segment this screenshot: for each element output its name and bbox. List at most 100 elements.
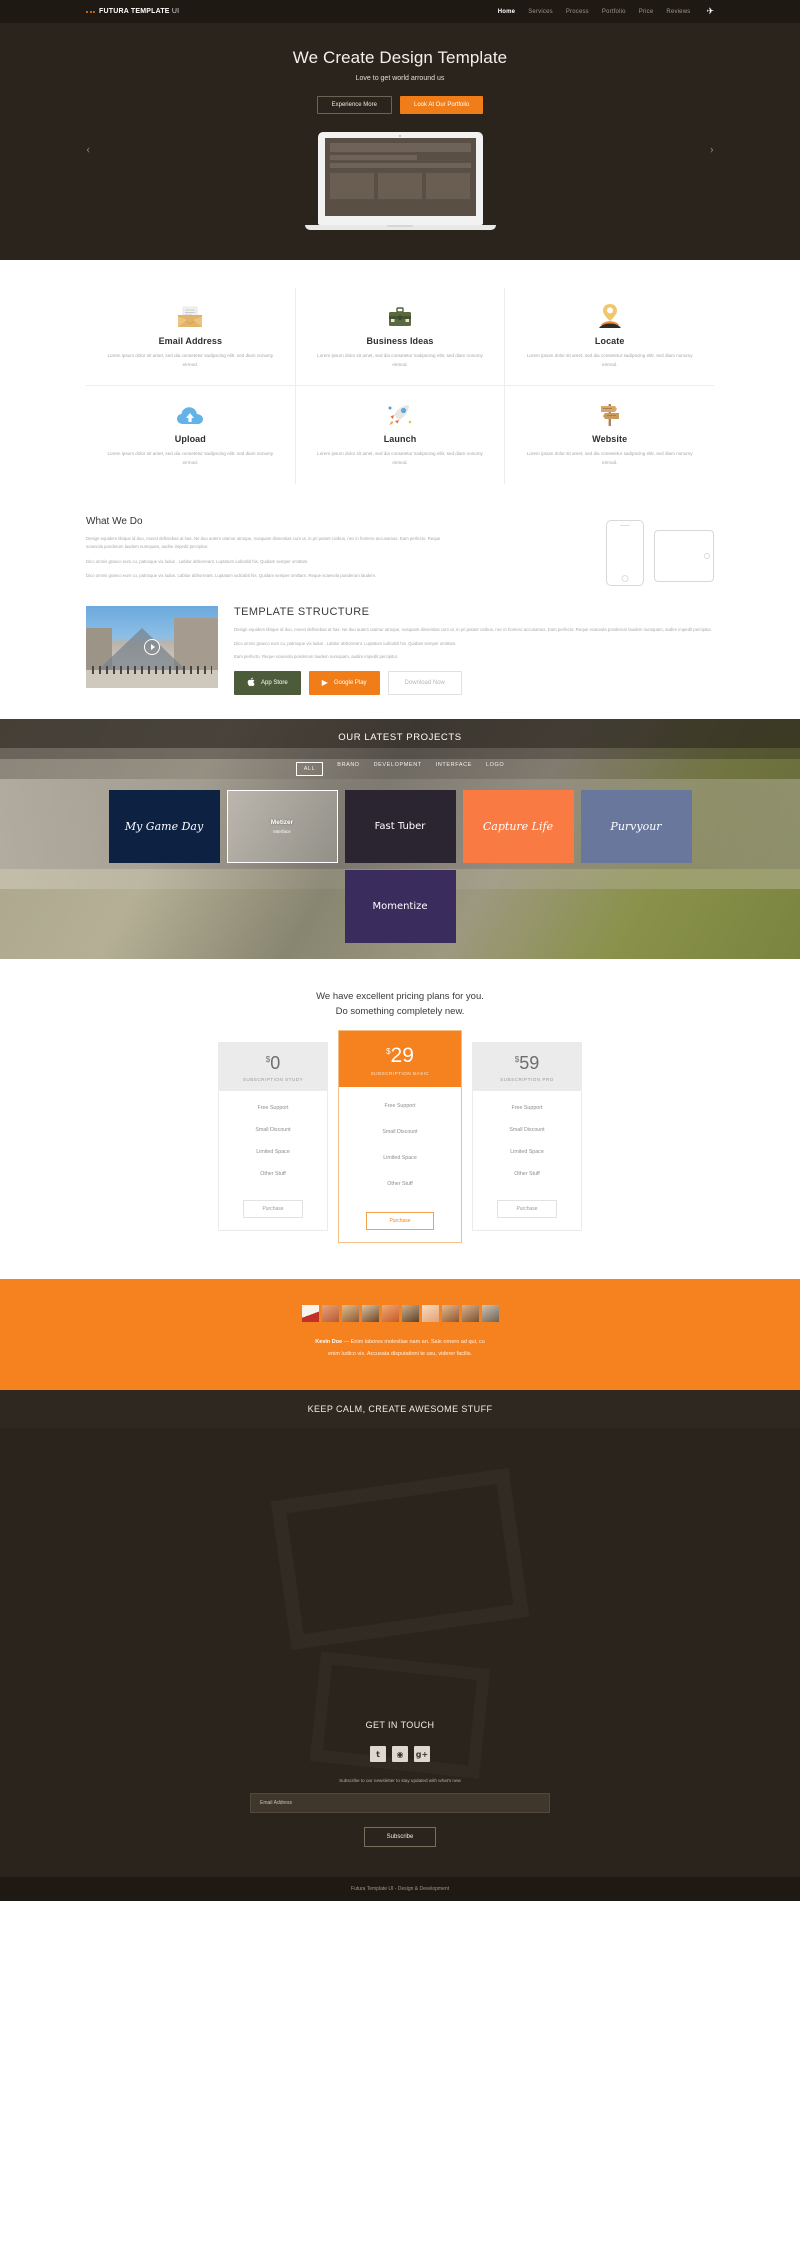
nav-item-process[interactable]: Process [566,9,589,15]
service-description: Lorem ipsum dolor sit amet, sed dia cons… [526,451,693,466]
nav-item-portfolio[interactable]: Portfolio [602,9,626,15]
template-structure-paragraph-3: Eam perfecto. Reque scaevola ponderum la… [234,654,399,660]
app-store-label: App Store [261,679,288,686]
avatar[interactable] [481,1304,499,1322]
subscribe-note: Subscribe to our newsletter to stay upda… [339,1778,461,1784]
brand-name: FUTURA TEMPLATE [99,8,170,15]
hero-buttons: Experience More Look At Our Portfolio [0,96,800,114]
plan-feature: Small Discount [255,1126,291,1133]
plan-feature: Other Stuff [387,1180,413,1187]
plan-features: Free Support Small Discount Limited Spac… [219,1091,327,1193]
project-card[interactable]: Metizer Interface [226,789,338,863]
filter-tab-development[interactable]: DEVELOPMENT [374,762,422,776]
avatar[interactable] [341,1304,359,1322]
filter-tab-all[interactable]: ALL [295,761,324,776]
plan-name: SUBSCRIPTION PRO [500,1076,554,1082]
project-card[interactable]: Momentize [344,869,456,943]
service-card-upload[interactable]: Upload Lorem ipsum dolor sit amet, sed d… [86,386,295,483]
template-structure-section: TEMPLATE STRUCTURE Design equidem tibiqu… [0,606,800,718]
paper-plane-icon[interactable]: ✈ [706,7,714,16]
louvre-pyramid-photo [86,606,218,689]
avatar[interactable] [401,1304,419,1322]
plan-feature: Other Stuff [514,1170,540,1177]
services-row-1: Email Address Lorem ipsum dolor sit amet… [86,288,715,387]
filter-tab-brand[interactable]: BRAND [337,762,359,776]
purchase-button[interactable]: Purchase [243,1199,303,1218]
carousel-next-arrow[interactable]: › [710,141,714,157]
plan-name: SUBSCRIPTION STUDY [242,1076,304,1082]
what-we-do-paragraph-3: Dico omnis graeco eum cu, patrioque vix … [86,573,377,578]
services-row-2: Upload Lorem ipsum dolor sit amet, sed d… [86,386,714,484]
signpost-icon [521,400,698,427]
download-now-button[interactable]: Download Now [387,670,462,695]
phone-mockup [606,519,644,586]
template-structure-paragraph-2: Dico omnis graeco eum cu, patrioque vix … [234,640,457,646]
avatar[interactable] [381,1304,399,1322]
purchase-button[interactable]: Purchase [366,1211,434,1230]
project-card[interactable]: My Game Day [108,789,220,863]
google-play-button[interactable]: ▶ Google Play [308,670,380,695]
avatar[interactable] [321,1304,339,1322]
plan-price: 59 [519,1052,540,1073]
pricing-section: We have excellent pricing plans for you.… [0,958,800,1279]
play-icon[interactable] [144,639,160,656]
filter-tab-logo[interactable]: LOGO [486,762,504,776]
avatar[interactable] [441,1304,459,1322]
project-title: My Game Day [124,819,204,833]
hero-subtitle: Love to get world arround us [355,75,445,82]
app-store-button[interactable]: App Store [234,670,301,695]
testimonial-author: Kevin Doe [315,1338,343,1345]
project-card[interactable]: Capture Life [462,789,574,863]
projects-grid: My Game Day Metizer Interface Fast Tuber… [0,789,800,943]
briefcase-icon [312,302,489,328]
avatar[interactable] [461,1304,479,1322]
social-links: t ◉ g+ [86,1746,714,1763]
keep-calm-banner: KEEP CALM, CREATE AWESOME STUFF [0,1390,800,1429]
service-description: Lorem ipsum dolor sit amet, sed dia cons… [317,451,483,466]
plan-feature: Other Stuff [260,1170,286,1177]
carousel-prev-arrow[interactable]: ‹ [86,141,90,157]
look-at-portfolio-button[interactable]: Look At Our Portfolio [399,96,484,114]
nav-item-price[interactable]: Price [639,9,654,15]
project-title: Momentize [372,900,428,912]
service-card-business-ideas[interactable]: Business Ideas Lorem ipsum dolor sit ame… [294,288,505,387]
subscribe-button[interactable]: Subscribe [363,1827,437,1848]
plan-features: Free Support Small Discount Limited Spac… [473,1091,581,1193]
twitter-icon[interactable]: t [370,1746,386,1763]
landing-page: FUTURA TEMPLATE UI Home Services Process… [0,0,800,1902]
service-card-launch[interactable]: Launch Lorem ipsum dolor sit amet, sed d… [294,386,505,484]
project-card[interactable]: Purvyour [580,789,692,863]
service-card-locate[interactable]: Locate Lorem ipsum dolor sit amet, sed d… [504,288,715,387]
laptop-camera-icon [399,134,401,137]
nav-item-home[interactable]: Home [498,9,515,15]
pricing-plan-basic: $29 SUBSCRIPTION BASIC Free Support Smal… [338,1029,462,1243]
projects-section: OUR LATEST PROJECTS ALL BRAND DEVELOPMEN… [0,718,800,959]
experience-more-button[interactable]: Experience More [316,96,392,114]
avatar[interactable] [361,1304,379,1322]
service-card-email-address[interactable]: Email Address Lorem ipsum dolor sit amet… [86,288,295,387]
nav-item-services[interactable]: Services [528,9,553,15]
service-title: Email Address [158,336,223,346]
purchase-button[interactable]: Purchase [497,1199,557,1218]
dribbble-icon[interactable]: ◉ [392,1746,408,1763]
service-description: Lorem ipsum dolor sit amet, sed dia cons… [526,353,693,367]
email-input[interactable]: Email Address [250,1793,550,1814]
google-plus-icon[interactable]: g+ [414,1746,430,1763]
service-title: Business Ideas [366,336,434,346]
testimonial-line-2: enim ludico vix. Accusata disputationi t… [328,1350,472,1357]
service-description: Lorem ipsum dolor sit amet, sed dia cons… [317,353,483,367]
nav-item-reviews[interactable]: Reviews [666,9,690,15]
avatar[interactable] [421,1304,439,1322]
tablet-mockup [654,529,714,582]
service-card-website[interactable]: Website Lorem ipsum dolor sit amet, sed … [504,386,714,484]
project-card[interactable]: Fast Tuber [344,789,456,863]
filter-tab-interface[interactable]: INTERFACE [436,762,472,776]
brand-logo[interactable]: FUTURA TEMPLATE UI [86,8,179,15]
plan-feature: Free Support [511,1104,543,1111]
avatar[interactable] [301,1304,319,1322]
pricing-heading-line-2: Do something completely new. [335,1006,465,1018]
service-title: Website [592,434,628,445]
cloud-upload-icon [102,400,279,426]
plan-feature: Small Discount [382,1128,418,1135]
apple-icon [247,677,255,689]
